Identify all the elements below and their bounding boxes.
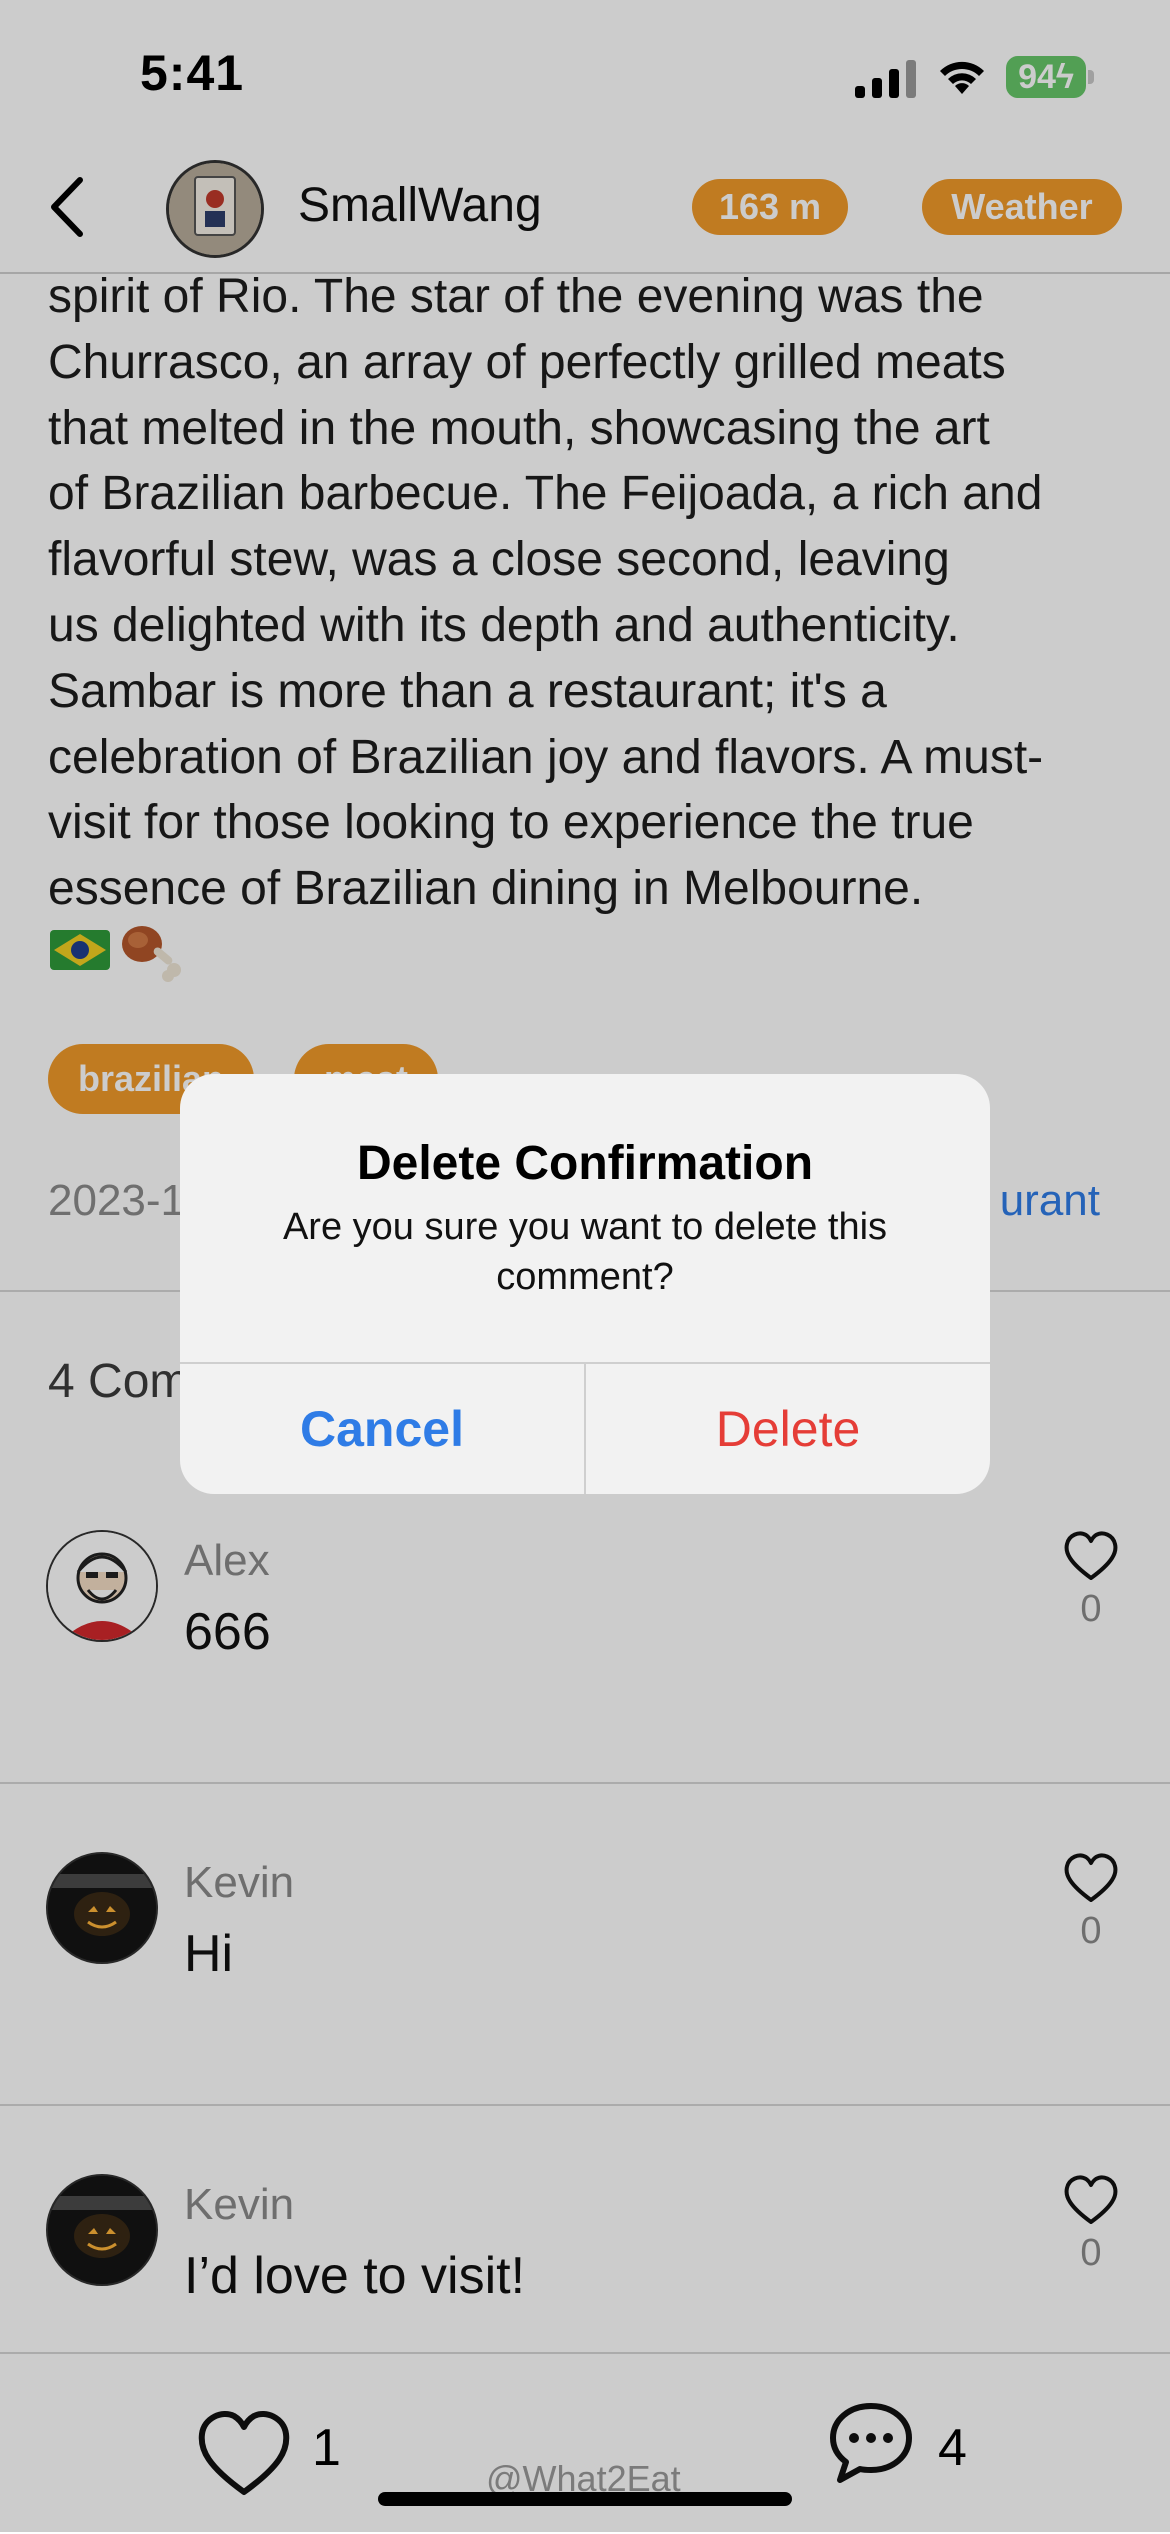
dialog-title: Delete Confirmation (356, 1137, 814, 1190)
dialog-message: Are you sure you want to delete this com… (282, 1206, 888, 1298)
delete-confirmation-dialog: Delete Confirmation Are you sure you wan… (180, 1074, 990, 1494)
delete-button[interactable]: Delete (586, 1364, 990, 1494)
cancel-button[interactable]: Cancel (180, 1364, 584, 1494)
